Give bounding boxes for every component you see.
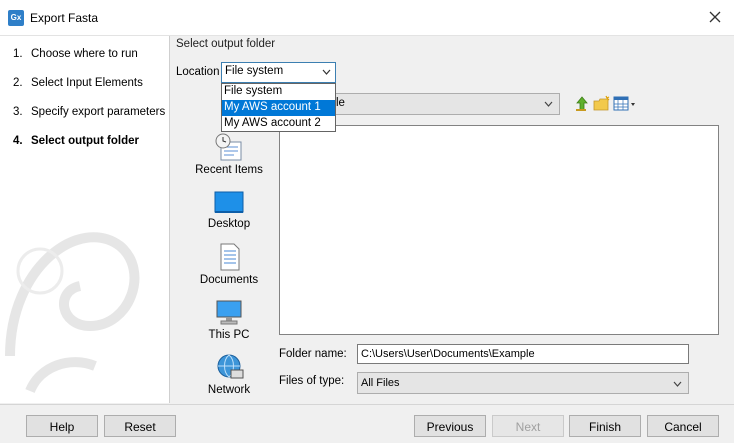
title-bar: Gx Export Fasta	[0, 0, 734, 36]
cancel-button[interactable]: Cancel	[647, 415, 719, 437]
help-button[interactable]: Help	[26, 415, 98, 437]
location-option-aws-account-1[interactable]: My AWS account 1	[222, 100, 335, 116]
folder-name-label: Folder name:	[279, 348, 347, 360]
step-select-output-folder: 4. Select output folder	[13, 135, 139, 147]
section-title: Select output folder	[176, 38, 276, 50]
chevron-down-icon	[673, 381, 682, 387]
step-choose-where-to-run: 1. Choose where to run	[13, 48, 138, 60]
chevron-down-icon	[544, 101, 553, 107]
place-this-pc[interactable]: This PC	[187, 297, 271, 341]
this-pc-icon	[216, 300, 242, 325]
desktop-icon	[214, 191, 244, 213]
view-menu-icon[interactable]	[613, 95, 637, 113]
up-folder-icon[interactable]	[573, 95, 591, 113]
step-select-input-elements: 2. Select Input Elements	[13, 77, 143, 89]
next-button[interactable]: Next	[492, 415, 564, 437]
files-of-type-label: Files of type:	[279, 375, 345, 387]
place-documents[interactable]: Documents	[187, 242, 271, 286]
close-icon[interactable]	[706, 8, 724, 26]
new-folder-icon[interactable]	[593, 95, 611, 113]
wizard-steps-panel: 1. Choose where to run 2. Select Input Ele…	[0, 36, 170, 403]
location-select[interactable]: File system	[221, 62, 336, 83]
reset-button[interactable]: Reset	[104, 415, 176, 437]
place-recent-items[interactable]: Recent Items	[187, 132, 271, 176]
place-network[interactable]: Network	[187, 352, 271, 396]
finish-button[interactable]: Finish	[569, 415, 641, 437]
window-title: Export Fasta	[30, 11, 99, 25]
location-dropdown-list: File system My AWS account 1 My AWS acco…	[221, 83, 336, 132]
documents-icon	[220, 243, 240, 271]
button-bar: Help Reset Previous Next Finish Cancel	[0, 404, 734, 443]
location-label: Location	[176, 66, 220, 78]
app-icon: Gx	[8, 10, 24, 26]
folder-name-input[interactable]: C:\Users\User\Documents\Example	[357, 344, 689, 364]
location-option-file-system[interactable]: File system	[222, 84, 335, 100]
location-option-aws-account-2[interactable]: My AWS account 2	[222, 116, 335, 132]
binary-swirl-watermark-icon	[5, 232, 140, 394]
recent-items-icon	[215, 133, 242, 161]
network-icon	[217, 354, 244, 379]
places-bar: Recent Items Desktop Documents This PC N…	[187, 126, 271, 396]
place-desktop[interactable]: Desktop	[187, 188, 271, 230]
files-of-type-select[interactable]: All Files	[357, 372, 689, 394]
chevron-down-icon	[322, 69, 331, 75]
step-specify-export-parameters: 3. Specify export parameters	[13, 106, 166, 118]
file-list[interactable]	[279, 125, 719, 335]
output-folder-page: Select output folder Location File syste…	[171, 36, 734, 403]
previous-button[interactable]: Previous	[414, 415, 486, 437]
